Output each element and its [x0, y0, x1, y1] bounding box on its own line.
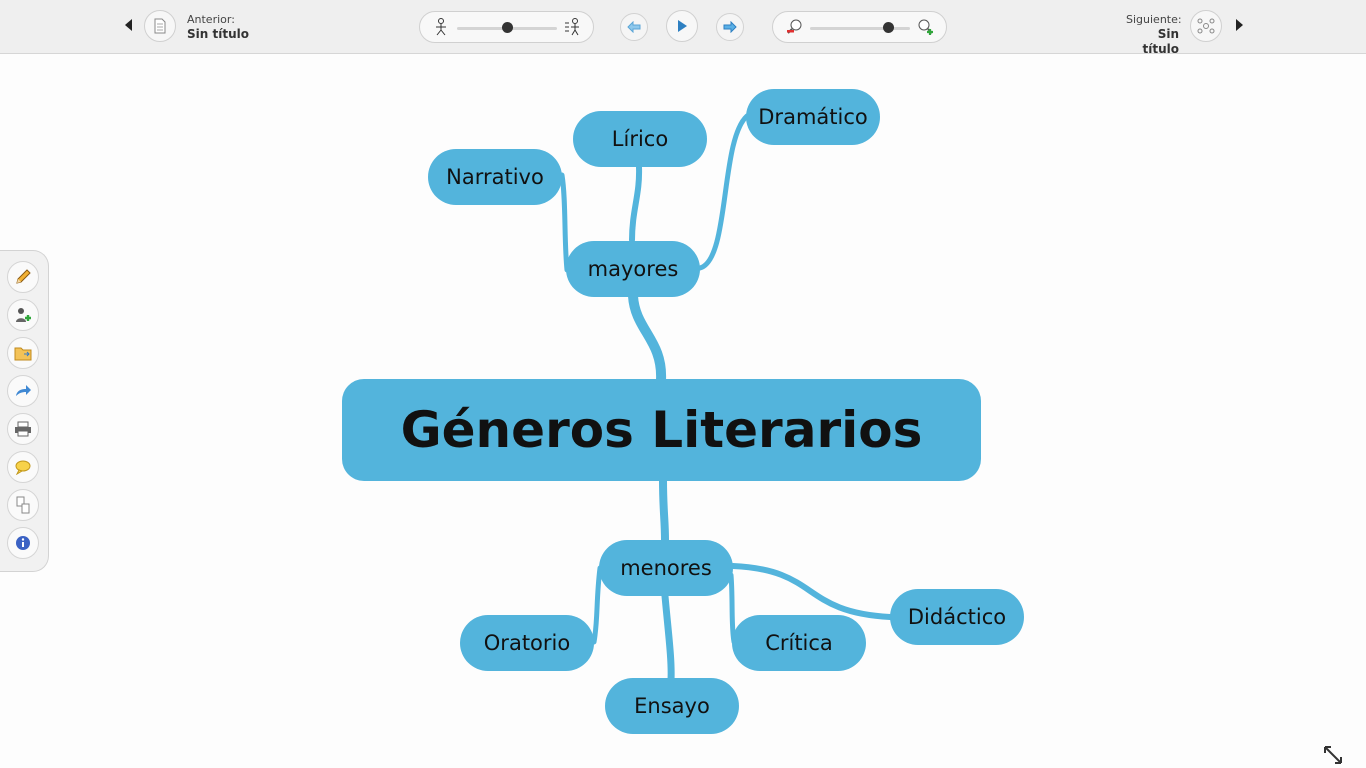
leaf-node-narrativo[interactable]: Narrativo	[428, 149, 562, 205]
connector-mayores-lirico	[629, 164, 643, 243]
leaf-node-oratorio[interactable]: Oratorio	[460, 615, 594, 671]
connector-root-mayores	[628, 291, 667, 385]
branch-node-menores[interactable]: menores	[599, 540, 733, 596]
leaf-node-lirico[interactable]: Lírico	[573, 111, 707, 167]
root-node[interactable]: Géneros Literarios	[342, 379, 981, 481]
connector-menores-ensayo	[661, 592, 675, 684]
leaf-node-critica[interactable]: Crítica	[732, 615, 866, 671]
connector-menores-oratorio	[591, 565, 603, 645]
leaf-node-ensayo[interactable]: Ensayo	[605, 678, 739, 734]
connector-root-menores	[659, 476, 669, 544]
leaf-node-dramatico[interactable]: Dramático	[746, 89, 880, 145]
connector-mayores-dramatico	[697, 113, 750, 271]
leaf-node-didactico[interactable]: Didáctico	[890, 589, 1024, 645]
connector-menores-didactico	[730, 563, 893, 620]
branch-node-mayores[interactable]: mayores	[566, 241, 700, 297]
connector-mayores-narrativo	[559, 172, 570, 273]
fullscreen-icon[interactable]	[1322, 744, 1344, 766]
